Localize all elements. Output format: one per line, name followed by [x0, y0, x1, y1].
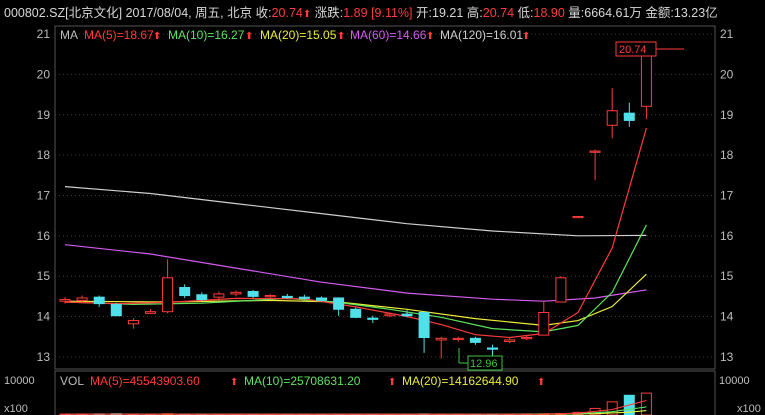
- candle-body: [281, 295, 293, 299]
- vol-legend-label: VOL: [60, 374, 84, 388]
- candle-body: [162, 277, 174, 313]
- vol-ma10-up-arrow-icon: ⬆: [388, 377, 396, 388]
- ma-lines: [64, 127, 647, 339]
- candle-body: [521, 337, 533, 340]
- price-panel-frame: [54, 25, 716, 370]
- ma5-legend: MA(5)=18.67: [84, 28, 154, 42]
- y-tick-left: 13: [37, 350, 51, 364]
- ma5-up-arrow-icon: ⬆: [153, 31, 161, 42]
- candle-body: [418, 312, 430, 339]
- candle-body: [230, 291, 242, 295]
- y-tick-left: 15: [37, 269, 51, 283]
- candle-body: [623, 112, 635, 121]
- candle-body: [213, 293, 225, 298]
- y-tick-right: 19: [720, 108, 734, 122]
- candlestick-chart[interactable]: 13 1314 1415 1516 1617 1718 1819 1920 2021 21 MA …: [0, 0, 765, 415]
- price-axis: 13 13 14 14 15 15 16 16 17 17 18 18 19 19 20 20 21 21: [37, 27, 734, 364]
- candle-body: [93, 296, 105, 305]
- candle-body: [179, 286, 191, 297]
- y-tick-right: 20: [720, 67, 734, 81]
- candle-body: [589, 150, 601, 153]
- high-callout: 20.74: [619, 44, 647, 56]
- candle-body: [367, 317, 379, 320]
- candle-body: [435, 337, 447, 341]
- candle-body: [350, 308, 362, 318]
- y-tick-right: 18: [720, 148, 734, 162]
- vol-ma5-line: [64, 399, 647, 415]
- ma60-legend: MA(60)=14.66: [350, 28, 427, 42]
- candle-body: [264, 295, 276, 298]
- candle-body: [555, 277, 567, 303]
- y-tick-left: 18: [37, 148, 51, 162]
- vol-ma10-legend: MA(10)=25708631.20: [244, 374, 361, 388]
- candle-body: [298, 296, 310, 299]
- candle-body: [487, 347, 498, 350]
- y-tick-right: 14: [720, 310, 734, 324]
- vol-unit-right: x100: [737, 403, 761, 415]
- ma20-legend: MA(20)=15.05: [260, 28, 337, 42]
- y-tick-right: 17: [720, 188, 734, 202]
- y-tick-right: 21: [720, 27, 734, 41]
- ma20-up-arrow-icon: ⬆: [337, 31, 345, 42]
- vol-ma20-up-arrow-icon: ⬆: [537, 377, 545, 388]
- vol-tick-left-top: 10000: [4, 375, 35, 387]
- candle-body: [538, 312, 550, 336]
- vol-ma20-legend: MA(20)=14162644.90: [402, 374, 519, 388]
- vol-ma5-legend: MA(5)=45543903.60: [90, 374, 200, 388]
- y-tick-right: 13: [720, 350, 734, 364]
- candle-body: [572, 215, 584, 219]
- candle-body: [384, 313, 396, 317]
- volume-bars: [59, 392, 652, 415]
- y-tick-left: 20: [37, 67, 51, 81]
- y-tick-left: 19: [37, 108, 51, 122]
- low-callout: 12.96: [470, 358, 498, 370]
- candle-body: [76, 297, 88, 301]
- candle-body: [401, 313, 413, 317]
- y-tick-left: 21: [37, 27, 51, 41]
- y-tick-left: 17: [37, 188, 51, 202]
- volume-bar: [640, 392, 652, 415]
- candles: [59, 44, 652, 359]
- candle-body: [452, 337, 464, 341]
- candle-body: [316, 297, 327, 301]
- ma60-up-arrow-icon: ⬆: [426, 31, 434, 42]
- candle-body: [145, 311, 156, 314]
- y-tick-left: 16: [37, 229, 51, 243]
- ma-legend-label: MA: [60, 28, 78, 42]
- ma120-legend: MA(120)=16.01: [440, 28, 523, 42]
- ma10-legend: MA(10)=16.27: [168, 28, 245, 42]
- candle-body: [59, 299, 71, 302]
- ma120-up-arrow-icon: ⬆: [522, 31, 530, 42]
- y-tick-left: 14: [37, 310, 51, 324]
- y-tick-right: 15: [720, 269, 734, 283]
- ma5-line: [64, 127, 647, 339]
- vol-unit-left: x100: [4, 403, 28, 415]
- candle-body: [469, 337, 481, 343]
- candle-body: [196, 294, 208, 301]
- ma120-line: [64, 186, 647, 237]
- candle-body: [504, 339, 516, 343]
- candle-body: [127, 320, 139, 325]
- candle-body: [110, 303, 122, 317]
- y-tick-right: 16: [720, 229, 734, 243]
- vol-tick-right-top: 10000: [719, 375, 750, 387]
- ma10-up-arrow-icon: ⬆: [245, 31, 253, 42]
- candle-body: [333, 297, 345, 310]
- vol-ma5-up-arrow-icon: ⬆: [230, 377, 238, 388]
- candle-body: [606, 110, 618, 126]
- candle-body: [247, 291, 259, 297]
